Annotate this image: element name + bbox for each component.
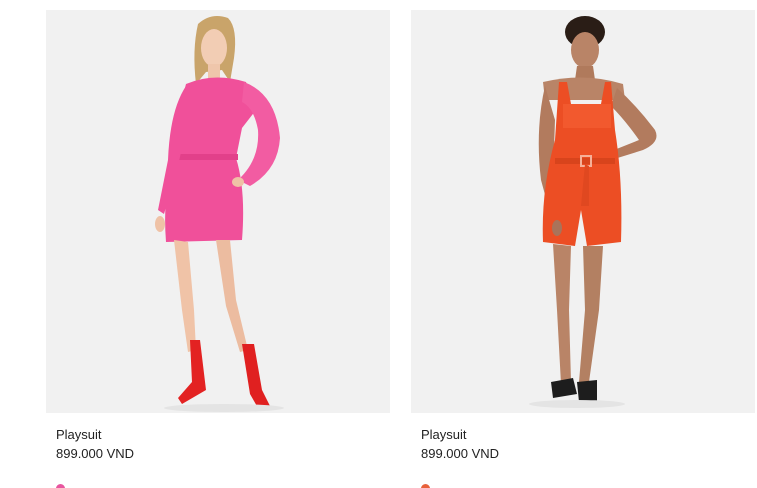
product-name[interactable]: Playsuit: [56, 426, 390, 444]
product-card[interactable]: Playsuit 899.000 VND: [411, 10, 755, 463]
product-image[interactable]: [411, 10, 755, 413]
product-name[interactable]: Playsuit: [421, 426, 755, 444]
color-swatch[interactable]: [421, 484, 430, 488]
model-illustration: [529, 16, 657, 408]
product-price: 899.000 VND: [421, 446, 500, 461]
product-image[interactable]: [46, 10, 390, 413]
color-swatch[interactable]: [56, 484, 65, 488]
product-card[interactable]: Playsuit 899.000 VND: [46, 10, 390, 463]
product-info: Playsuit 899.000 VND: [46, 413, 390, 463]
product-grid: Playsuit 899.000 VND Playsuit 899.000 VN…: [0, 0, 757, 488]
product-info: Playsuit 899.000 VND: [411, 413, 755, 463]
model-illustration: [155, 16, 284, 412]
product-price: 899.000 VND: [56, 446, 135, 461]
